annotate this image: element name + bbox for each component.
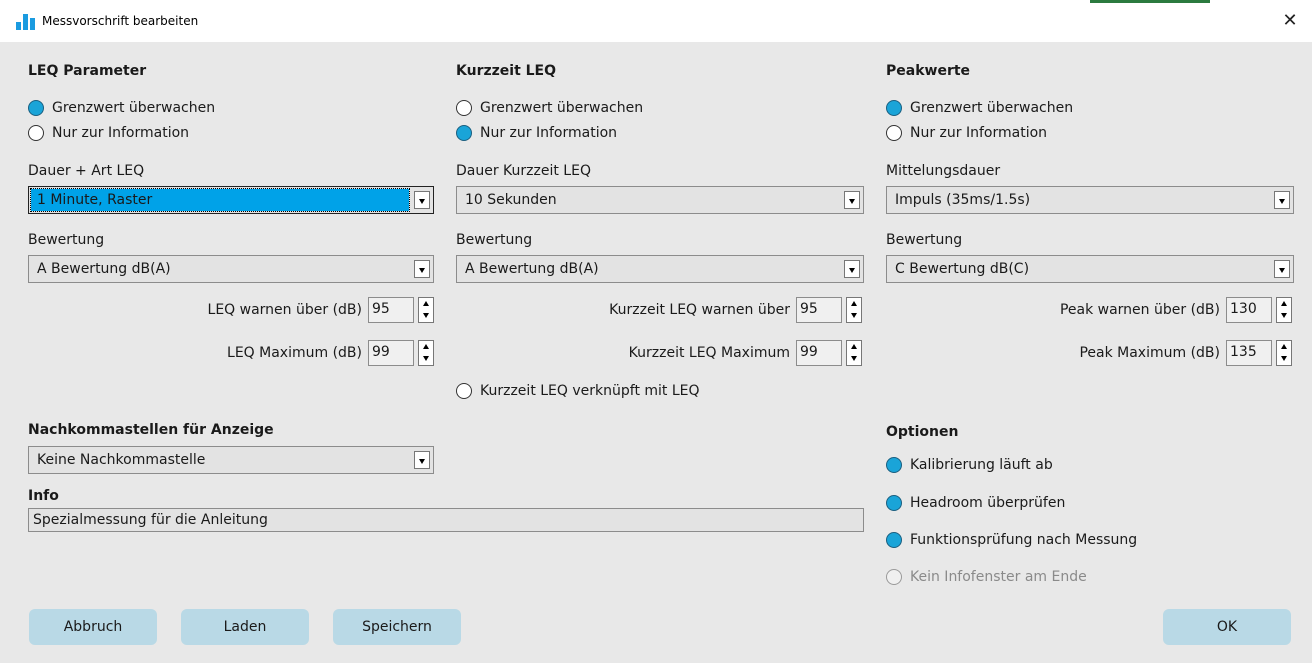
leq-heading: LEQ Parameter: [28, 63, 147, 79]
ok-button[interactable]: OK: [1163, 609, 1291, 645]
spin-up-icon[interactable]: [419, 298, 433, 310]
radio-icon: [886, 457, 902, 473]
leq-radio-info[interactable]: Nur zur Information: [28, 122, 189, 144]
chevron-down-icon: [844, 260, 860, 278]
peak-radio-monitor[interactable]: Grenzwert überwachen: [886, 97, 1073, 119]
short-heading: Kurzzeit LEQ: [456, 63, 557, 79]
options-heading: Optionen: [886, 424, 959, 440]
short-radio-monitor[interactable]: Grenzwert überwachen: [456, 97, 643, 119]
leq-warn-label: LEQ warnen über (dB): [207, 302, 362, 318]
leq-weighting-label: Bewertung: [28, 232, 105, 248]
spin-up-icon[interactable]: [1277, 298, 1291, 310]
peak-heading: Peakwerte: [886, 63, 971, 79]
short-linked-radio[interactable]: Kurzzeit LEQ verknüpft mit LEQ: [456, 380, 700, 402]
bar-chart-icon: [16, 14, 36, 30]
decimals-select[interactable]: Keine Nachkommastelle: [28, 446, 434, 474]
radio-icon: [456, 100, 472, 116]
leq-radio-monitor[interactable]: Grenzwert überwachen: [28, 97, 215, 119]
spin-down-icon[interactable]: [847, 310, 861, 322]
spin-down-icon[interactable]: [1277, 310, 1291, 322]
spin-up-icon[interactable]: [1277, 341, 1291, 353]
short-duration-label: Dauer Kurzzeit LEQ: [456, 163, 591, 179]
peak-warn-spinner[interactable]: 130: [1226, 297, 1296, 323]
chevron-down-icon: [414, 451, 430, 469]
radio-icon: [886, 495, 902, 511]
spin-down-icon[interactable]: [419, 310, 433, 322]
chevron-down-icon: [414, 191, 430, 209]
option-function-check[interactable]: Funktionsprüfung nach Messung: [886, 529, 1137, 551]
short-max-spinner[interactable]: 99: [796, 340, 866, 366]
chevron-down-icon: [844, 191, 860, 209]
peak-max-label: Peak Maximum (dB): [1079, 345, 1220, 361]
spin-down-icon[interactable]: [419, 353, 433, 365]
accent-line: [1090, 0, 1210, 3]
peak-max-input[interactable]: 135: [1226, 340, 1272, 366]
radio-icon: [28, 100, 44, 116]
radio-icon: [886, 569, 902, 585]
short-radio-info[interactable]: Nur zur Information: [456, 122, 617, 144]
option-no-info-window: Kein Infofenster am Ende: [886, 566, 1087, 588]
cancel-button[interactable]: Abbruch: [29, 609, 157, 645]
leq-duration-select[interactable]: 1 Minute, Raster: [28, 186, 434, 214]
short-weighting-select[interactable]: A Bewertung dB(A): [456, 255, 864, 283]
peak-warn-label: Peak warnen über (dB): [1059, 302, 1220, 318]
info-input[interactable]: Spezialmessung für die Anleitung: [28, 508, 864, 532]
spin-down-icon[interactable]: [1277, 353, 1291, 365]
short-max-input[interactable]: 99: [796, 340, 842, 366]
radio-icon: [456, 383, 472, 399]
radio-icon: [886, 125, 902, 141]
short-weighting-label: Bewertung: [456, 232, 533, 248]
peak-warn-input[interactable]: 130: [1226, 297, 1272, 323]
radio-icon: [886, 100, 902, 116]
close-icon[interactable]: ✕: [1276, 8, 1304, 34]
peak-radio-info[interactable]: Nur zur Information: [886, 122, 1047, 144]
spin-up-icon[interactable]: [847, 341, 861, 353]
radio-icon: [886, 532, 902, 548]
title-bar: Messvorschrift bearbeiten ✕: [0, 0, 1312, 42]
radio-icon: [28, 125, 44, 141]
short-warn-spinner[interactable]: 95: [796, 297, 866, 323]
leq-weighting-select[interactable]: A Bewertung dB(A): [28, 255, 434, 283]
chevron-down-icon: [1274, 260, 1290, 278]
leq-warn-spinner[interactable]: 95: [368, 297, 438, 323]
spin-up-icon[interactable]: [847, 298, 861, 310]
leq-warn-input[interactable]: 95: [368, 297, 414, 323]
peak-weighting-label: Bewertung: [886, 232, 963, 248]
decimals-heading: Nachkommastellen für Anzeige: [28, 422, 274, 438]
short-warn-input[interactable]: 95: [796, 297, 842, 323]
radio-icon: [456, 125, 472, 141]
spin-down-icon[interactable]: [847, 353, 861, 365]
leq-duration-label: Dauer + Art LEQ: [28, 163, 145, 179]
peak-max-spinner[interactable]: 135: [1226, 340, 1296, 366]
chevron-down-icon: [414, 260, 430, 278]
peak-duration-select[interactable]: Impuls (35ms/1.5s): [886, 186, 1294, 214]
info-heading: Info: [28, 488, 59, 504]
window-title: Messvorschrift bearbeiten: [42, 14, 199, 28]
leq-max-label: LEQ Maximum (dB): [227, 345, 362, 361]
leq-max-input[interactable]: 99: [368, 340, 414, 366]
save-button[interactable]: Speichern: [333, 609, 461, 645]
short-max-label: Kurzzeit LEQ Maximum: [628, 345, 790, 361]
short-warn-label: Kurzzeit LEQ warnen über: [609, 302, 790, 318]
option-headroom[interactable]: Headroom überprüfen: [886, 492, 1065, 514]
peak-duration-label: Mittelungsdauer: [886, 163, 1001, 179]
load-button[interactable]: Laden: [181, 609, 309, 645]
short-duration-select[interactable]: 10 Sekunden: [456, 186, 864, 214]
chevron-down-icon: [1274, 191, 1290, 209]
spin-up-icon[interactable]: [419, 341, 433, 353]
peak-weighting-select[interactable]: C Bewertung dB(C): [886, 255, 1294, 283]
option-calibration[interactable]: Kalibrierung läuft ab: [886, 454, 1053, 476]
leq-max-spinner[interactable]: 99: [368, 340, 438, 366]
